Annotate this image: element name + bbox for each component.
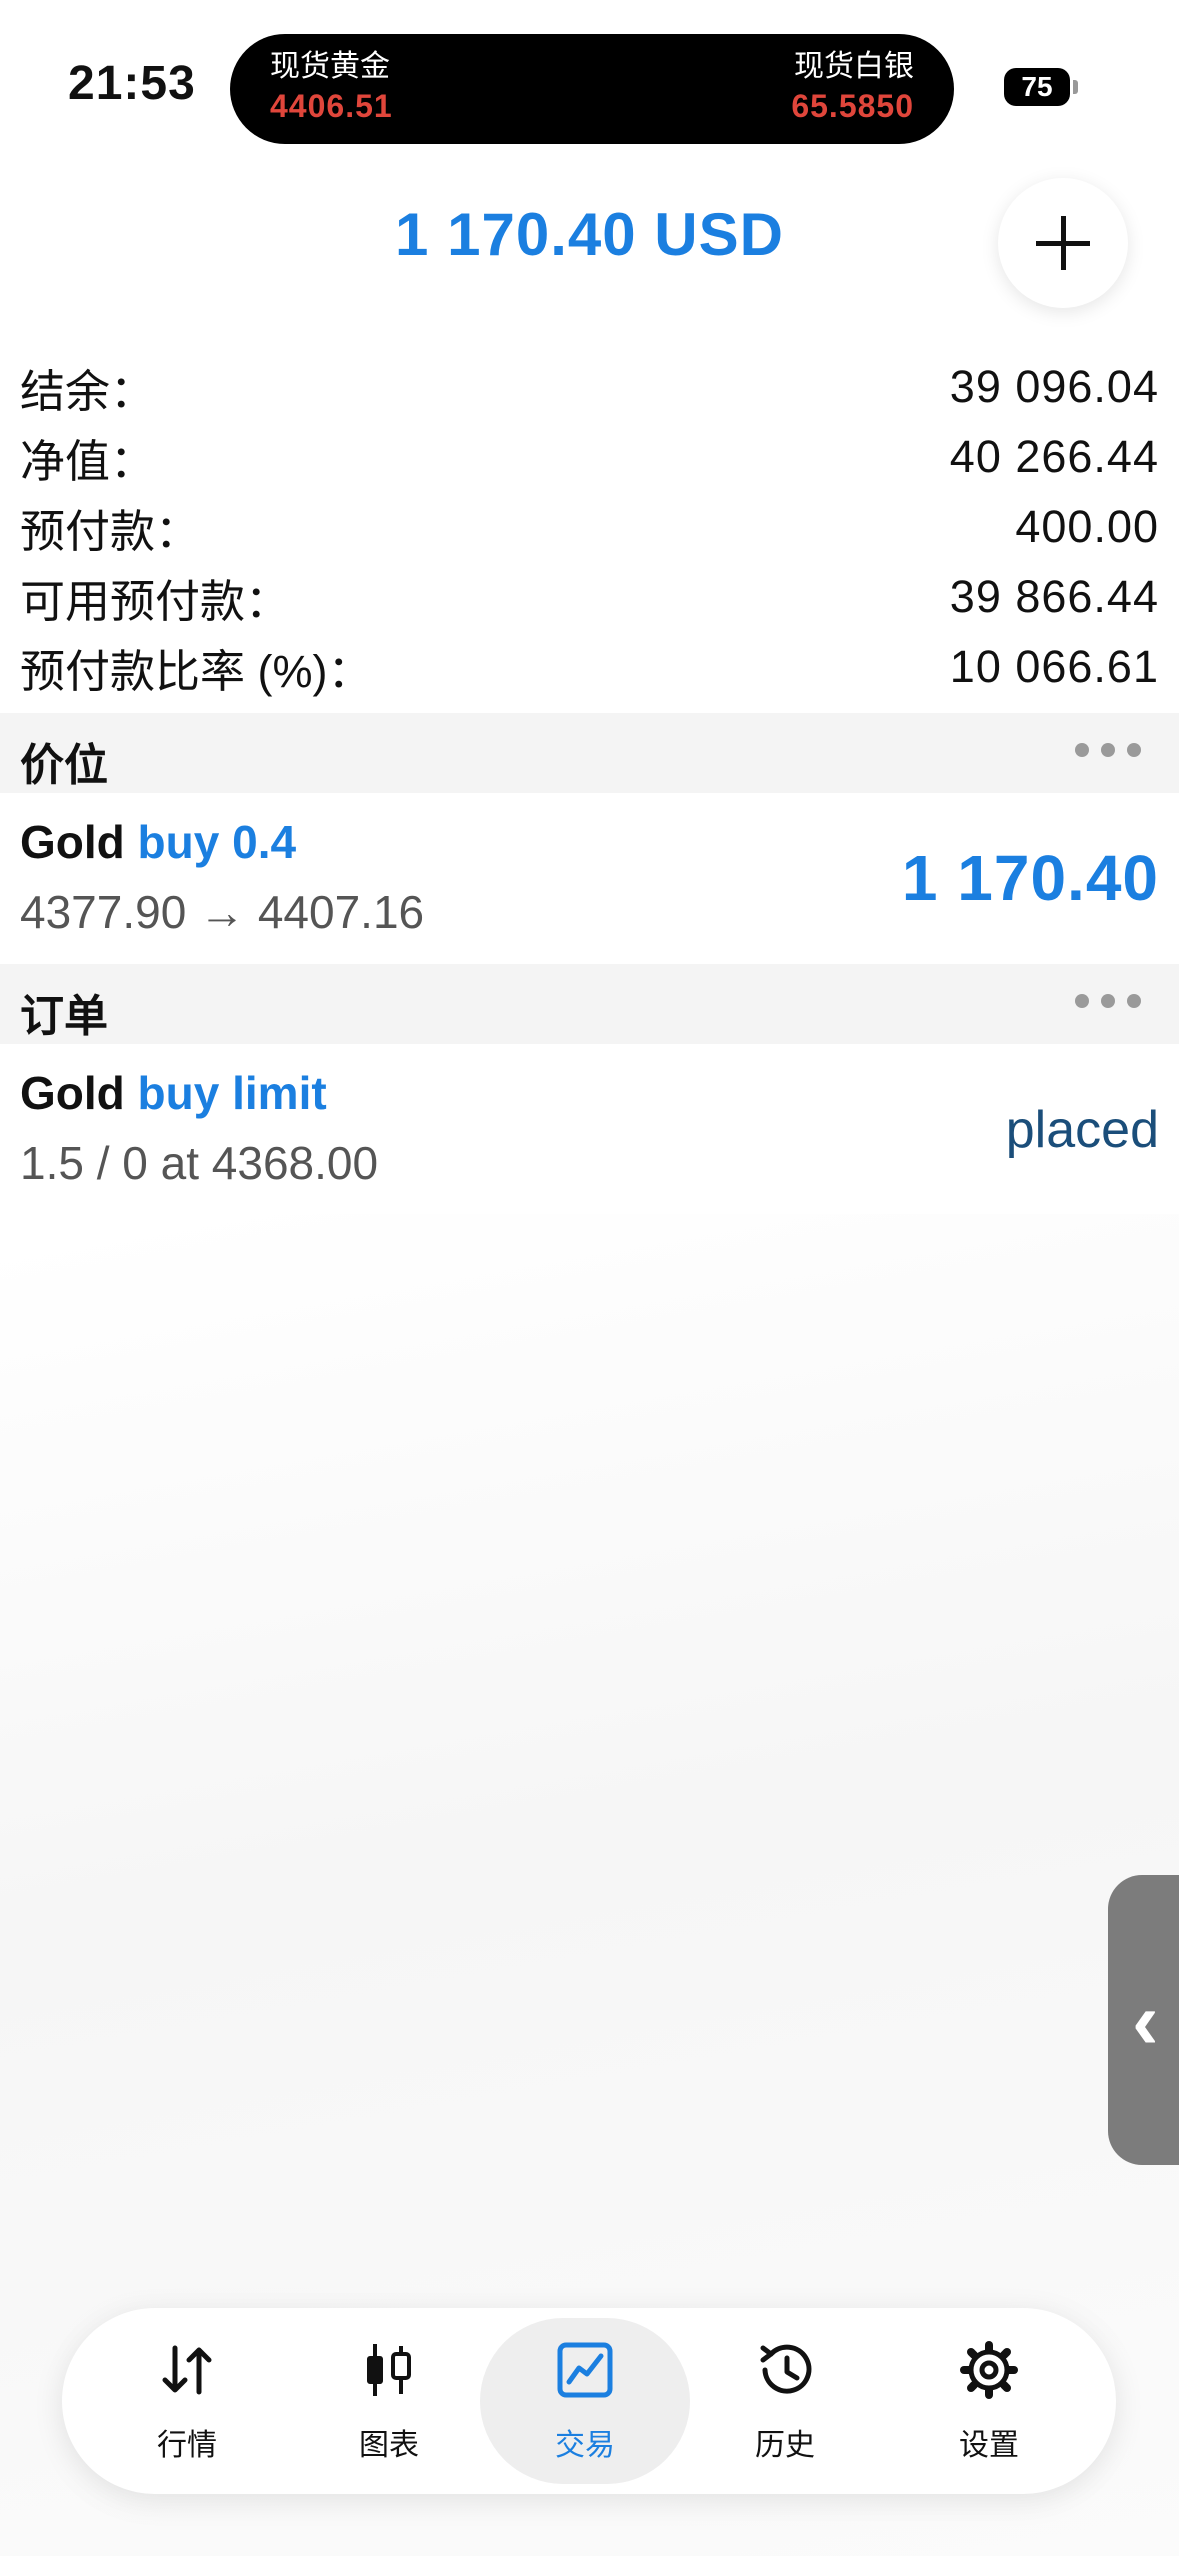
order-details: 1.5 / 0 at 4368.00 [20,1137,379,1189]
account-summary: 结余： 39 096.04 净值： 40 266.44 预付款： 400.00 … [20,352,1159,702]
position-symbol: Gold [20,816,125,868]
positions-title: 价位 [20,741,108,790]
chart-candles-icon [367,2344,411,2396]
dynamic-island-ticker[interactable]: 现货黄金 4406.51 现货白银 65.5850 [230,34,954,144]
position-prices: 4377.90 → 4407.16 [20,886,425,938]
summary-value: 39 096.04 [949,361,1159,412]
position-row[interactable]: Gold buy 0.4 4377.90 → 4407.16 1 170.40 [0,793,1179,963]
more-options-icon[interactable] [1075,743,1141,757]
order-direction: buy limit [137,1067,327,1119]
summary-label: 预付款比率 (%)： [20,645,373,697]
tab-trade[interactable]: 交易 [480,2318,690,2484]
summary-row-balance: 结余： 39 096.04 [20,352,1159,422]
summary-row-margin-level: 预付款比率 (%)： 10 066.61 [20,632,1159,702]
tab-charts[interactable]: 图表 [284,2318,494,2484]
settings-gear-icon [960,2341,1018,2399]
bottom-tab-bar: 行情 图表 交易 历史 设置 [62,2308,1116,2494]
summary-label: 结余： [20,365,156,417]
tab-settings[interactable]: 设置 [884,2318,1094,2484]
summary-row-equity: 净值： 40 266.44 [20,422,1159,492]
summary-label: 净值： [20,435,156,487]
positions-section-header: 价位 [0,713,1179,793]
tab-label: 行情 [157,2429,217,2462]
tab-label: 图表 [359,2429,419,2462]
summary-value: 400.00 [1015,501,1159,552]
history-clock-icon [760,2344,812,2394]
order-row[interactable]: Gold buy limit 1.5 / 0 at 4368.00 placed [0,1044,1179,1214]
tab-quotes[interactable]: 行情 [82,2318,292,2484]
order-symbol: Gold [20,1067,125,1119]
new-order-button[interactable] [998,178,1128,308]
summary-label: 预付款： [20,505,201,557]
position-direction: buy 0.4 [137,816,297,868]
summary-value: 39 866.44 [949,571,1159,622]
tab-label: 历史 [755,2429,815,2462]
side-panel-handle[interactable]: ‹ [1108,1875,1179,2165]
tab-label: 交易 [555,2429,615,2462]
chevron-left-icon: ‹ [1132,1976,1159,2065]
battery-indicator: 75 [1004,68,1078,106]
summary-label: 可用预付款： [20,575,291,627]
ticker-silver-name: 现货白银 [794,50,914,83]
ticker-gold-name: 现货黄金 [270,50,390,83]
tab-history[interactable]: 历史 [680,2318,890,2484]
ticker-silver-price: 65.5850 [791,88,914,124]
orders-title: 订单 [20,992,108,1041]
more-options-icon[interactable] [1075,994,1141,1008]
summary-row-margin: 预付款： 400.00 [20,492,1159,562]
status-time: 21:53 [68,57,196,110]
trade-screen: 21:53 现货黄金 4406.51 现货白银 65.5850 75 1 170… [0,0,1179,2556]
ticker-gold-price: 4406.51 [270,88,393,124]
trade-chart-icon [557,2342,613,2398]
ticker-silver: 现货白银 65.5850 [791,48,914,126]
quotes-arrows-icon [162,2345,212,2395]
ticker-gold: 现货黄金 4406.51 [270,48,393,126]
summary-value: 10 066.61 [949,641,1159,692]
summary-row-free-margin: 可用预付款： 39 866.44 [20,562,1159,632]
summary-value: 40 266.44 [949,431,1159,482]
orders-section-header: 订单 [0,964,1179,1044]
tab-label: 设置 [959,2429,1019,2462]
position-profit: 1 170.40 [901,842,1159,914]
order-state: placed [1005,1101,1159,1159]
